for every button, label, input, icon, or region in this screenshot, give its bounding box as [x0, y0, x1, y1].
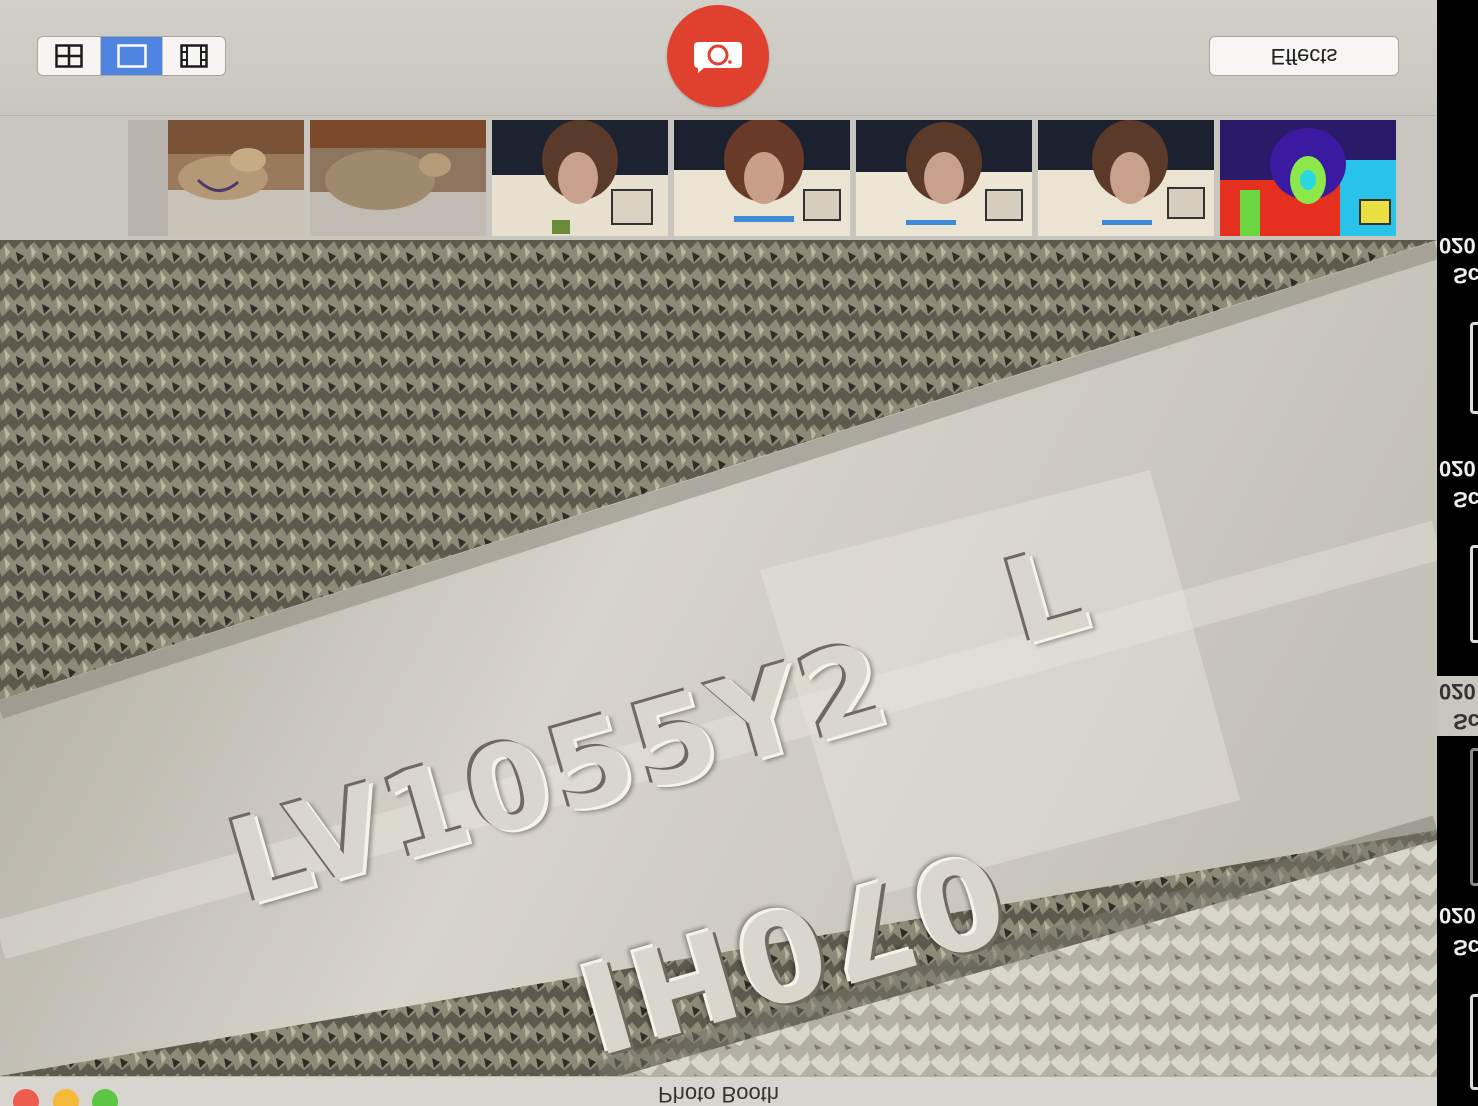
thumb-dog-2[interactable]: [310, 120, 486, 236]
side-fragment: Sc: [1453, 263, 1478, 288]
window-title: Photo Booth: [657, 1082, 780, 1106]
thumb-person-2[interactable]: [674, 120, 850, 236]
thumb-person-1[interactable]: [492, 120, 668, 236]
toolbar: Effects: [0, 0, 1437, 116]
effects-button[interactable]: Effects: [1209, 36, 1399, 76]
view-mode-segmented-control: [37, 36, 226, 76]
single-frame-icon: [116, 44, 147, 68]
side-thumbnail-frame: [1470, 322, 1478, 414]
take-photo-button[interactable]: [667, 5, 769, 107]
side-thumbnail-frame: [1470, 545, 1478, 643]
camera-icon: [694, 42, 742, 73]
thumb-person-4[interactable]: [1038, 120, 1214, 236]
movie-view-button[interactable]: [163, 37, 225, 75]
side-fragment: Sc: [1453, 709, 1478, 734]
side-fragment: 020: [1439, 456, 1476, 481]
title-bar: Photo Booth: [0, 1076, 1437, 1106]
film-strip-icon: [180, 44, 208, 68]
side-thumbnail-frame: [1470, 748, 1478, 886]
side-fragment: 020: [1439, 903, 1476, 928]
background-window-sliver: 020 Sc 020 Sc 020 Sc 020 Sc: [1437, 0, 1478, 1106]
grid-4-icon: [55, 44, 83, 68]
thumb-thermal[interactable]: [1220, 120, 1396, 236]
side-thumbnail-frame: [1470, 994, 1478, 1090]
four-up-view-button[interactable]: [38, 37, 101, 75]
side-fragment: 020: [1439, 679, 1476, 704]
thumb-person-3[interactable]: [856, 120, 1032, 236]
thumbnail-strip: [0, 116, 1437, 240]
side-fragment: 020: [1439, 233, 1476, 258]
side-fragment: Sc: [1453, 487, 1478, 512]
camera-preview: LV1055Y2 L 070HI: [0, 240, 1437, 1076]
photo-booth-window: Effects LV1055Y2 L 070HI Photo Booth: [0, 0, 1437, 1106]
single-view-button[interactable]: [100, 37, 164, 75]
side-selected-row[interactable]: 020 Sc: [1437, 676, 1478, 736]
side-fragment: Sc: [1453, 935, 1478, 960]
thumb-dog-1[interactable]: [128, 120, 304, 236]
